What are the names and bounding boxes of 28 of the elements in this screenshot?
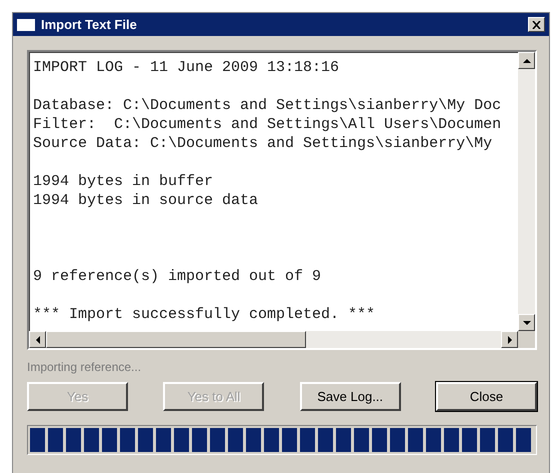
status-text: Importing reference... — [27, 360, 142, 374]
log-line: *** Import successfully completed. *** — [33, 305, 376, 324]
window-icon — [17, 18, 35, 30]
horizontal-scrollbar[interactable] — [29, 331, 518, 348]
log-line: 1994 bytes in source data — [33, 191, 260, 210]
left-arrow-icon — [34, 334, 42, 344]
log-text-area[interactable] — [27, 50, 537, 350]
close-icon — [532, 20, 541, 28]
scroll-left-button[interactable] — [29, 331, 46, 348]
down-arrow-icon — [522, 318, 532, 326]
scrollbar-corner — [518, 331, 535, 348]
log-line: IMPORT LOG - 11 June 2009 13:18:16 — [33, 58, 340, 77]
log-line: 1994 bytes in buffer — [33, 172, 214, 191]
vertical-scrollbar[interactable] — [518, 52, 535, 331]
log-line: Database: C:\Documents and Settings\sianberry\My Doc — [33, 96, 502, 115]
dialog-button[interactable]: Save Log... — [300, 382, 401, 411]
scroll-thumb[interactable] — [46, 331, 306, 348]
dialog-button[interactable]: Close — [436, 382, 537, 411]
close-button[interactable] — [528, 17, 545, 32]
log-line: Filter: C:\Documents and Settings\All Users\Documen — [33, 115, 502, 134]
window-title: Import Text File — [41, 17, 138, 32]
up-arrow-icon — [522, 56, 532, 64]
log-line: 9 reference(s) imported out of 9 — [33, 267, 322, 286]
log-line: Source Data: C:\Documents and Settings\sianberry\My — [33, 134, 494, 153]
scroll-up-button[interactable] — [518, 52, 535, 69]
scroll-right-button[interactable] — [501, 331, 518, 348]
scroll-down-button[interactable] — [518, 314, 535, 331]
right-arrow-icon — [506, 334, 514, 344]
